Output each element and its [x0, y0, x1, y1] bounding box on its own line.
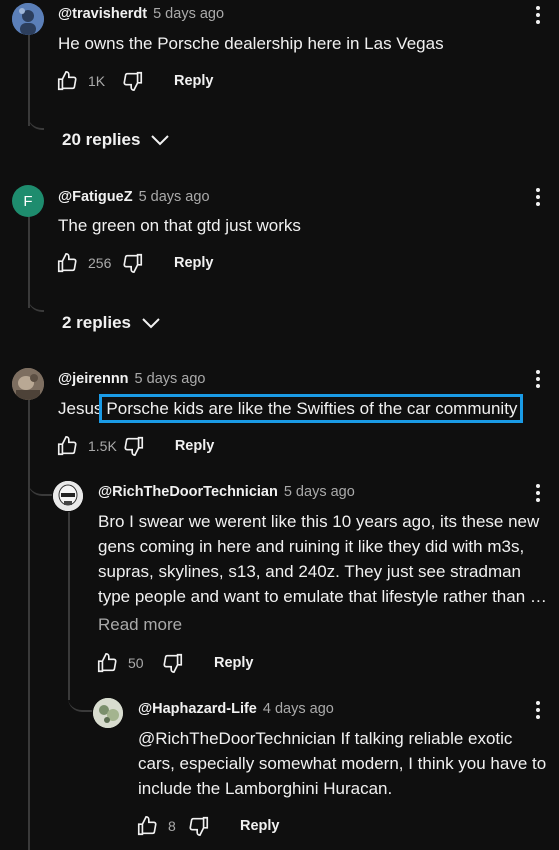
- reply-text-line: cars, especially somewhat modern, I thin…: [138, 754, 547, 773]
- more-actions-icon[interactable]: [528, 481, 548, 505]
- dislike-icon[interactable]: [122, 252, 144, 274]
- reply-author[interactable]: @Haphazard-Life: [138, 701, 257, 717]
- comment-text-prefix: Jesus: [58, 399, 103, 418]
- reply-text-line: include the Lamborghini Huracan.: [138, 779, 393, 798]
- reply-text-line: gens coming in here and ruining it like …: [98, 537, 525, 556]
- reply-button[interactable]: Reply: [175, 438, 215, 454]
- comment-author[interactable]: @jeirennn: [58, 371, 129, 387]
- replies-count: 2 replies: [62, 313, 131, 332]
- comment-author[interactable]: @travisherdt: [58, 6, 147, 22]
- dislike-icon[interactable]: [122, 70, 144, 92]
- avatar-letter: F: [23, 192, 33, 210]
- comment-author[interactable]: @FatigueZ: [58, 189, 133, 205]
- reply-button[interactable]: Reply: [240, 818, 280, 834]
- avatar[interactable]: [12, 368, 44, 400]
- more-actions-icon[interactable]: [528, 3, 548, 27]
- like-count: 8: [168, 818, 176, 834]
- like-icon[interactable]: [56, 252, 78, 274]
- like-count: 1.5K: [88, 438, 117, 454]
- like-count: 1K: [88, 73, 106, 89]
- like-icon[interactable]: [96, 652, 118, 674]
- comment-header: @jeirennn 5 days ago: [58, 371, 206, 387]
- chevron-down-icon: [142, 318, 160, 329]
- reply-text-line: Bro I swear we werent like this 10 years…: [98, 512, 540, 531]
- more-actions-icon[interactable]: [528, 367, 548, 391]
- chevron-down-icon: [151, 135, 170, 146]
- comment-actions: 256 Reply: [56, 251, 214, 275]
- avatar[interactable]: [53, 481, 83, 511]
- reply-actions: 50 Reply: [96, 651, 254, 675]
- comment-header: @FatigueZ 5 days ago: [58, 189, 210, 205]
- like-icon[interactable]: [136, 815, 158, 837]
- reply-button[interactable]: Reply: [214, 655, 254, 671]
- dislike-icon[interactable]: [162, 652, 184, 674]
- comment-text: The green on that gtd just works: [58, 216, 301, 235]
- reply-button[interactable]: Reply: [174, 255, 214, 271]
- dislike-icon[interactable]: [123, 435, 145, 457]
- reply-header: @Haphazard-Life 4 days ago: [138, 701, 334, 717]
- reply-time[interactable]: 4 days ago: [263, 701, 334, 717]
- reply-text-line: @RichTheDoorTechnician If talking reliab…: [138, 729, 513, 748]
- like-icon[interactable]: [56, 70, 78, 92]
- more-actions-icon[interactable]: [528, 185, 548, 209]
- comment-text: Jesus Porsche kids are like the Swifties …: [58, 394, 524, 423]
- comment-time[interactable]: 5 days ago: [139, 189, 210, 205]
- like-count: 50: [128, 655, 144, 671]
- comment-actions: 1K Reply: [56, 69, 214, 93]
- replies-toggle[interactable]: 2 replies: [62, 313, 161, 333]
- comment-actions: 1.5K Reply: [56, 434, 214, 458]
- reply-text: Bro I swear we werent like this 10 years…: [98, 509, 553, 609]
- like-icon[interactable]: [56, 435, 78, 457]
- replies-count: 20 replies: [62, 130, 141, 149]
- highlighted-text: Porsche kids are like the Swifties of th…: [99, 394, 524, 423]
- read-more-link[interactable]: Read more: [98, 615, 182, 635]
- dislike-icon[interactable]: [188, 815, 210, 837]
- reply-text-line: supras, skylines, s13, and 240z. They ju…: [98, 562, 522, 581]
- reply-button[interactable]: Reply: [174, 73, 214, 89]
- reply-actions: 8 Reply: [136, 814, 280, 838]
- comment-header: @travisherdt 5 days ago: [58, 6, 224, 22]
- comment-time[interactable]: 5 days ago: [153, 6, 224, 22]
- like-count: 256: [88, 255, 112, 271]
- reply-time[interactable]: 5 days ago: [284, 484, 355, 500]
- more-actions-icon[interactable]: [528, 698, 548, 722]
- comment-text: He owns the Porsche dealership here in L…: [58, 34, 444, 53]
- reply-text: @RichTheDoorTechnician If talking reliab…: [138, 726, 546, 801]
- avatar[interactable]: [93, 698, 123, 728]
- avatar[interactable]: [12, 3, 44, 35]
- reply-text-line: type people and want to emulate that lif…: [98, 587, 547, 606]
- avatar[interactable]: F: [12, 185, 44, 217]
- reply-header: @RichTheDoorTechnician 5 days ago: [98, 484, 355, 500]
- replies-toggle[interactable]: 20 replies: [62, 130, 170, 150]
- reply-author[interactable]: @RichTheDoorTechnician: [98, 484, 278, 500]
- comment-time[interactable]: 5 days ago: [135, 371, 206, 387]
